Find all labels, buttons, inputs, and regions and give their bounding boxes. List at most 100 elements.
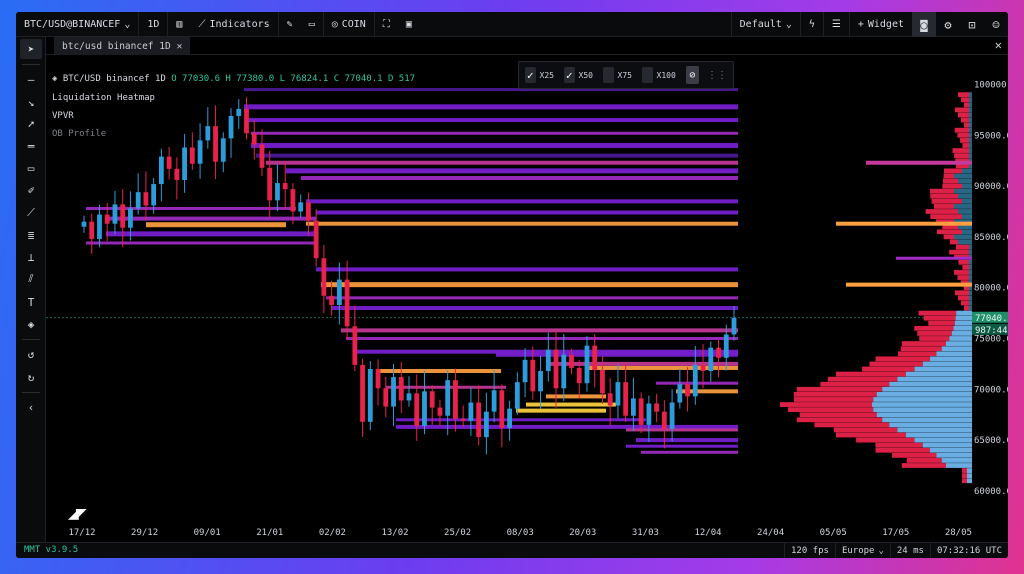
chart-tab-bar: btc/usd binancef 1D ✕ ✕	[46, 37, 1008, 55]
vpvr-buy-bar	[958, 193, 972, 199]
indicator-legend-heatmap[interactable]: Liquidation Heatmap	[52, 93, 155, 103]
vpvr-sell-bar	[900, 346, 942, 352]
layers-tool[interactable]: ◈	[20, 314, 42, 334]
undo-button[interactable]: ↺	[20, 344, 42, 364]
vpvr-buy-bar	[962, 168, 972, 174]
symbol-label: BTC/USD@BINANCEF	[24, 18, 121, 30]
candle-body	[700, 364, 706, 372]
vpvr-buy-bar	[969, 137, 972, 143]
price-chart[interactable]: 100000.0 95000.0 90000.0 85000.0 80000.0 7500…	[46, 55, 1008, 542]
x75-checkbox[interactable]	[603, 67, 614, 83]
fullscreen-button[interactable]: ⛶	[375, 12, 398, 37]
liquidation-band	[106, 216, 316, 221]
text-tool[interactable]: T	[20, 292, 42, 312]
layout-selector[interactable]: Default ⌄	[730, 12, 800, 37]
bot-button[interactable]: ⊡	[960, 12, 984, 37]
vpvr-buy-bar	[969, 102, 972, 108]
profile-level-band	[866, 160, 972, 165]
list-button[interactable]: ☰	[822, 12, 849, 37]
x100-checkbox[interactable]	[642, 67, 653, 83]
horizontal-line-tool[interactable]: —	[20, 69, 42, 89]
vpvr-buy-bar	[969, 305, 972, 311]
candle-body	[638, 398, 644, 425]
vpvr-buy-bar	[905, 371, 972, 377]
time-tick-label: 31/03	[632, 528, 659, 538]
account-button[interactable]: ☺	[984, 12, 1008, 37]
timeframe-button[interactable]: 1D	[139, 12, 169, 37]
vpvr-layer	[780, 92, 972, 484]
indicator-legend-vpvr[interactable]: VPVR	[52, 111, 74, 121]
vpvr-sell-bar	[943, 173, 954, 179]
vpvr-buy-bar	[876, 412, 972, 418]
save-button[interactable]: ▣	[398, 12, 420, 37]
vpvr-sell-bar	[835, 432, 906, 438]
indicator-name: VPVR	[52, 111, 74, 121]
region-selector[interactable]: Europe ⌄	[834, 543, 890, 558]
candle-body	[661, 411, 667, 429]
rectangle-tool[interactable]: ▭	[20, 158, 42, 178]
add-widget-button[interactable]: + Widget	[848, 12, 912, 37]
chart-tab[interactable]: btc/usd binancef 1D ✕	[54, 37, 191, 55]
vpvr-sell-bar	[957, 132, 969, 138]
price-tick-label: 90000.0	[974, 182, 1008, 192]
x25-checkbox[interactable]: ✓	[525, 67, 536, 83]
screenshot-button[interactable]: ◙	[912, 12, 936, 37]
candle-body	[352, 326, 358, 365]
settings-button[interactable]: ⚙	[936, 12, 960, 37]
chart-type-button[interactable]: ▥	[168, 12, 190, 37]
candle-body	[406, 393, 412, 401]
cursor-tool[interactable]: ➤	[20, 39, 42, 59]
redo-button[interactable]: ↻	[20, 367, 42, 387]
vpvr-sell-bar	[796, 386, 883, 392]
ray-tool[interactable]: ➚	[20, 114, 42, 134]
clock: 07:32:16 UTC	[929, 543, 1008, 558]
vpvr-buy-bar	[897, 376, 972, 382]
parallel-channel-tool[interactable]: ═	[20, 136, 42, 156]
vpvr-buy-bar	[956, 310, 972, 316]
trend-line-icon: ↘	[27, 95, 35, 109]
indicator-legend-ob-profile[interactable]: OB Profile	[52, 129, 106, 139]
candle-body	[143, 192, 149, 206]
vpvr-sell-bar	[960, 117, 969, 123]
indicator-name: OB Profile	[52, 129, 107, 139]
folder-button[interactable]: ▭	[301, 12, 324, 37]
hide-toggle[interactable]: ⊘	[685, 66, 699, 84]
trend-line-tool[interactable]: ↘	[20, 92, 42, 112]
vpvr-sell-bar	[962, 473, 967, 479]
vpvr-sell-bar	[954, 270, 969, 275]
fib-tool[interactable]: ≣	[20, 225, 42, 245]
coin-button[interactable]: ◎ COIN	[324, 12, 375, 37]
candles-icon: ▥	[176, 18, 183, 30]
alerts-button[interactable]: ϟ	[799, 12, 823, 37]
vpvr-sell-bar	[835, 371, 906, 377]
projection-icon: ⫽	[28, 272, 34, 285]
vpvr-sell-bar	[793, 397, 874, 402]
vpvr-buy-bar	[969, 122, 972, 128]
liquidation-band	[626, 444, 738, 448]
layout-label: Default	[739, 19, 782, 30]
latency-indicator: 24 ms	[889, 543, 930, 558]
vpvr-sell-bar	[875, 356, 931, 362]
brush-tool[interactable]: ✐	[20, 180, 42, 200]
close-icon[interactable]: ✕	[177, 41, 183, 52]
collapse-toolbar-button[interactable]: ‹	[20, 397, 42, 417]
projection-tool[interactable]: ⫽	[20, 269, 42, 289]
drag-handle-icon[interactable]: ⋮⋮	[707, 70, 727, 81]
candle-body	[182, 147, 187, 181]
close-panel-button[interactable]: ✕	[995, 38, 1002, 52]
vpvr-sell-bar	[957, 112, 969, 118]
liquidation-band	[256, 153, 738, 158]
ruler-tool[interactable]: ⟂	[20, 247, 42, 267]
vpvr-sell-bar	[949, 249, 969, 255]
candle-body	[97, 214, 102, 239]
draw-button[interactable]: ✎	[279, 12, 301, 37]
x50-checkbox[interactable]: ✓	[564, 67, 575, 83]
path-tool[interactable]: ⟋	[20, 203, 42, 223]
symbol-selector[interactable]: BTC/USD@BINANCEF ⌄	[16, 12, 140, 37]
indicators-button[interactable]: ⟋ Indicators	[190, 12, 279, 37]
chart-area[interactable]: 100000.0 95000.0 90000.0 85000.0 80000.0 7500…	[46, 55, 1008, 542]
vpvr-buy-bar	[969, 295, 972, 301]
vpvr-buy-bar	[969, 107, 972, 113]
vpvr-sell-bar	[963, 305, 969, 311]
rectangle-icon: ▭	[27, 161, 35, 175]
